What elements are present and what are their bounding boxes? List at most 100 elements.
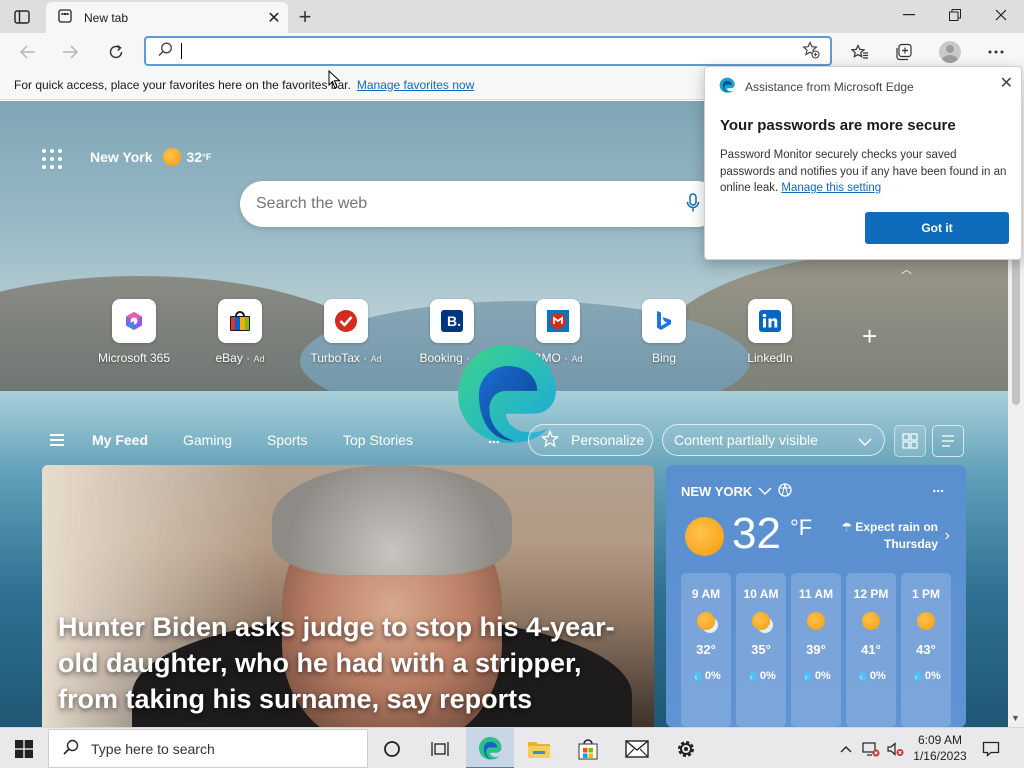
taskbar-store-button[interactable] xyxy=(564,728,612,768)
collections-icon[interactable] xyxy=(889,37,919,67)
tab-gaming[interactable]: Gaming xyxy=(183,432,232,448)
close-window-button[interactable] xyxy=(978,0,1024,30)
raindrop-icon: 💧 xyxy=(691,670,705,682)
address-bar[interactable] xyxy=(144,36,832,66)
network-icon[interactable] xyxy=(860,728,882,768)
chevron-up-icon[interactable]: ︿ xyxy=(901,261,912,277)
sunny-icon xyxy=(917,612,935,630)
hour-temp: 35° xyxy=(751,642,771,657)
minimize-button[interactable] xyxy=(886,0,932,30)
sunny-icon xyxy=(162,148,181,166)
weather-location[interactable]: NEW YORK xyxy=(681,483,792,500)
news-headline[interactable]: Hunter Biden asks judge to stop his 4-ye… xyxy=(58,609,638,717)
favorites-icon[interactable] xyxy=(845,37,875,67)
refresh-button[interactable] xyxy=(101,37,131,67)
quick-link-linkedin[interactable]: LinkedIn xyxy=(720,299,820,365)
address-input[interactable] xyxy=(192,43,802,59)
sunny-icon xyxy=(685,517,724,556)
tab-my-feed[interactable]: My Feed xyxy=(92,432,148,448)
raindrop-icon: 💧 xyxy=(746,670,760,682)
got-it-button[interactable]: Got it xyxy=(865,212,1009,244)
weather-more-button[interactable]: ... xyxy=(932,479,944,495)
quick-link-turbotax[interactable]: TurboTax · Ad xyxy=(296,299,396,365)
edge-small-icon xyxy=(719,77,735,96)
tab-sports[interactable]: Sports xyxy=(267,432,307,448)
back-button[interactable] xyxy=(13,37,43,67)
web-search-input[interactable] xyxy=(256,195,686,213)
web-search-box[interactable] xyxy=(240,181,720,227)
grid-layout-button[interactable] xyxy=(894,425,926,457)
hour-forecast[interactable]: 11 AM 39° 💧0% xyxy=(791,573,841,727)
taskbar-edge-button[interactable] xyxy=(466,728,514,768)
list-layout-icon xyxy=(942,435,954,447)
content-visibility-dropdown[interactable]: Content partially visible xyxy=(662,424,885,456)
personalize-label: Personalize xyxy=(571,432,645,448)
task-view-button[interactable] xyxy=(416,728,464,768)
weather-card-temp: 32 xyxy=(732,509,781,558)
microphone-icon[interactable] xyxy=(686,192,700,216)
hour-forecast[interactable]: 1 PM 43° 💧0% xyxy=(901,573,951,727)
notification-icon xyxy=(982,741,1000,757)
password-monitor-popup: Assistance from Microsoft Edge ✕ Your pa… xyxy=(704,66,1022,260)
new-tab-button[interactable]: + xyxy=(292,4,318,30)
taskbar-file-explorer-button[interactable] xyxy=(515,728,563,768)
turbotax-icon xyxy=(335,310,357,332)
edge-icon xyxy=(478,736,502,760)
manage-setting-link[interactable]: Manage this setting xyxy=(781,182,881,194)
hour-precip: 0% xyxy=(759,670,776,682)
close-icon[interactable]: ✕ xyxy=(1000,73,1013,93)
personalize-button[interactable]: Personalize xyxy=(528,424,653,456)
taskbar: Type here to search 6:09 AM 1/16/2023 xyxy=(0,727,1024,768)
hour-temp: 43° xyxy=(916,642,936,657)
restore-button[interactable] xyxy=(932,0,978,30)
quick-link-bing[interactable]: Bing xyxy=(614,299,714,365)
weather-forecast[interactable]: ☂ Expect rain on Thursday xyxy=(834,519,938,553)
taskbar-search[interactable]: Type here to search xyxy=(48,729,368,768)
sunny-icon xyxy=(862,612,880,630)
taskbar-settings-button[interactable] xyxy=(662,728,710,768)
settings-more-icon[interactable] xyxy=(981,37,1011,67)
weather-card-unit: °F xyxy=(790,515,813,540)
news-hero-card[interactable]: Hunter Biden asks judge to stop his 4-ye… xyxy=(42,465,654,727)
tray-overflow-icon[interactable] xyxy=(836,728,856,768)
tab-actions-icon[interactable] xyxy=(10,7,34,27)
add-favorite-icon[interactable] xyxy=(802,40,820,62)
weather-location-label: NEW YORK xyxy=(681,484,753,499)
forward-button[interactable] xyxy=(55,37,85,67)
tab-new-tab[interactable]: New tab ✕ xyxy=(46,2,288,33)
manage-favorites-link[interactable]: Manage favorites now xyxy=(357,78,474,92)
hour-precip: 0% xyxy=(869,670,886,682)
hour-forecast[interactable]: 9 AM 32° 💧0% xyxy=(681,573,731,727)
weather-card[interactable]: NEW YORK ... 32 °F ☂ Expect rain on Thur… xyxy=(666,465,966,727)
profile-button[interactable] xyxy=(935,37,965,67)
apps-launcher-icon[interactable] xyxy=(42,149,62,169)
tab-close-icon[interactable]: ✕ xyxy=(260,4,288,32)
chevron-down-icon xyxy=(758,484,772,499)
quick-link-ebay[interactable]: eBay · Ad xyxy=(190,299,290,365)
volume-icon[interactable] xyxy=(884,728,906,768)
quick-link-label: Microsoft 365 xyxy=(97,351,171,365)
system-clock[interactable]: 6:09 AM 1/16/2023 xyxy=(908,732,972,764)
action-center-button[interactable] xyxy=(976,728,1006,768)
new-tab-page-icon xyxy=(58,9,72,26)
hour-time: 1 PM xyxy=(911,587,940,601)
list-layout-button[interactable] xyxy=(932,425,964,457)
quick-link-microsoft-365[interactable]: Microsoft 365 xyxy=(84,299,184,365)
taskbar-mail-button[interactable] xyxy=(613,728,661,768)
tab-top-stories[interactable]: Top Stories xyxy=(343,432,413,448)
cortana-button[interactable] xyxy=(368,728,416,768)
hour-forecast[interactable]: 10 AM 35° 💧0% xyxy=(736,573,786,727)
search-icon xyxy=(63,739,79,758)
chevron-right-icon[interactable]: › xyxy=(945,527,950,545)
partly-cloudy-icon xyxy=(697,612,715,630)
weather-summary[interactable]: New York 32 °F xyxy=(90,148,211,166)
feed-menu-icon[interactable] xyxy=(50,434,64,449)
scroll-down-arrow-icon[interactable]: ▼ xyxy=(1011,713,1020,723)
add-shortcut-icon[interactable]: + xyxy=(862,321,877,352)
start-button[interactable] xyxy=(0,728,48,768)
hour-forecast[interactable]: 12 PM 41° 💧0% xyxy=(846,573,896,727)
popup-source: Assistance from Microsoft Edge xyxy=(745,79,914,94)
locate-icon[interactable] xyxy=(778,483,792,500)
feed-more-button[interactable]: ... xyxy=(488,430,500,446)
clock-time: 6:09 AM xyxy=(917,733,963,747)
